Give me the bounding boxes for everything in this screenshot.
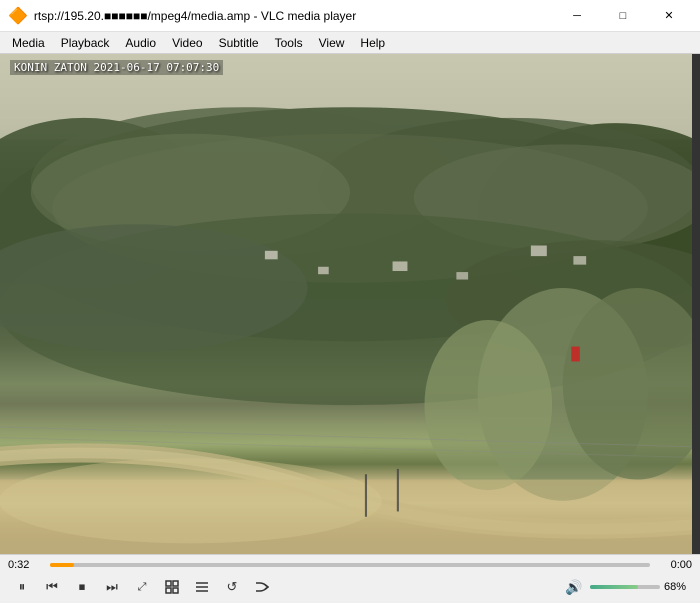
random-button[interactable] bbox=[248, 575, 276, 599]
title-bar: 🔶 rtsp://195.20.■■■■■■/mpeg4/media.amp -… bbox=[0, 0, 700, 32]
menu-view[interactable]: View bbox=[311, 34, 353, 52]
volume-bar-fill bbox=[590, 585, 638, 589]
video-scrollbar[interactable] bbox=[692, 54, 700, 554]
menu-help[interactable]: Help bbox=[352, 34, 393, 52]
next-button[interactable]: ⏭ bbox=[98, 575, 126, 599]
osd-timestamp: KONIN ZATON 2021-06-17 07:07:30 bbox=[10, 60, 223, 75]
window-title: rtsp://195.20.■■■■■■/mpeg4/media.amp - V… bbox=[34, 9, 356, 23]
volume-section: 🔊 68% bbox=[562, 575, 692, 599]
title-left: 🔶 rtsp://195.20.■■■■■■/mpeg4/media.amp -… bbox=[8, 6, 554, 26]
loop-button[interactable]: ↺ bbox=[218, 575, 246, 599]
fullscreen-icon: ⤢ bbox=[138, 581, 147, 594]
volume-slider[interactable] bbox=[590, 579, 660, 595]
menu-tools[interactable]: Tools bbox=[267, 34, 311, 52]
pause-icon: ⏸ bbox=[19, 579, 26, 595]
control-bar: 0:32 0:00 ⏸ ⏮ ⏹ ⏭ ⤢ bbox=[0, 554, 700, 603]
menu-playback[interactable]: Playback bbox=[53, 34, 118, 52]
seek-bar[interactable] bbox=[50, 563, 650, 567]
vlc-icon: 🔶 bbox=[8, 6, 28, 26]
close-button[interactable]: ✕ bbox=[646, 0, 692, 32]
menu-media[interactable]: Media bbox=[4, 34, 53, 52]
playlist-icon bbox=[195, 580, 209, 594]
buttons-row: ⏸ ⏮ ⏹ ⏭ ⤢ bbox=[0, 573, 700, 603]
video-area: KONIN ZATON 2021-06-17 07:07:30 bbox=[0, 54, 700, 554]
stop-button[interactable]: ⏹ bbox=[68, 575, 96, 599]
time-total: 0:00 bbox=[656, 559, 692, 571]
next-icon: ⏭ bbox=[106, 579, 118, 595]
previous-button[interactable]: ⏮ bbox=[38, 575, 66, 599]
menu-subtitle[interactable]: Subtitle bbox=[211, 34, 267, 52]
playlist-button[interactable] bbox=[188, 575, 216, 599]
time-current: 0:32 bbox=[8, 559, 44, 571]
menu-bar: Media Playback Audio Video Subtitle Tool… bbox=[0, 32, 700, 54]
volume-icon: 🔊 bbox=[565, 579, 582, 596]
title-controls: ─ □ ✕ bbox=[554, 0, 692, 32]
menu-audio[interactable]: Audio bbox=[117, 34, 164, 52]
seek-row: 0:32 0:00 bbox=[0, 555, 700, 573]
seek-bar-fill bbox=[50, 563, 74, 567]
play-pause-button[interactable]: ⏸ bbox=[8, 575, 36, 599]
fullscreen-button[interactable]: ⤢ bbox=[128, 575, 156, 599]
previous-icon: ⏮ bbox=[46, 579, 58, 595]
random-icon bbox=[255, 580, 269, 594]
volume-label: 68% bbox=[664, 581, 692, 593]
minimize-button[interactable]: ─ bbox=[554, 0, 600, 32]
loop-icon: ↺ bbox=[227, 579, 238, 595]
video-overlay bbox=[0, 54, 700, 554]
stop-icon: ⏹ bbox=[79, 579, 86, 595]
menu-video[interactable]: Video bbox=[164, 34, 210, 52]
volume-bar-background bbox=[590, 585, 660, 589]
extended-icon bbox=[165, 580, 179, 594]
extended-settings-button[interactable] bbox=[158, 575, 186, 599]
volume-button[interactable]: 🔊 bbox=[562, 575, 586, 599]
maximize-button[interactable]: □ bbox=[600, 0, 646, 32]
